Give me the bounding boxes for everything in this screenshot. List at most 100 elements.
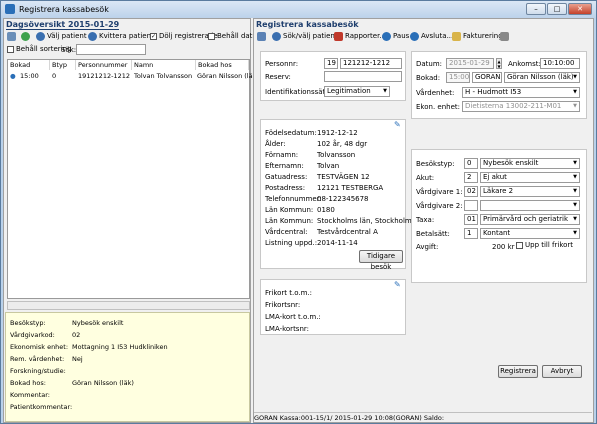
close-button[interactable]: ✕ (568, 3, 592, 15)
detail-value: 08-122345678 (317, 195, 369, 203)
info-value: Nybesök enskilt (72, 319, 124, 327)
personnr-input[interactable]: 121212-1212 (340, 58, 402, 69)
date-input[interactable]: 2015-01-29 (446, 58, 494, 69)
col-header-namn[interactable]: Namn (132, 60, 196, 70)
reserv-label: Reserv: (265, 73, 291, 81)
patient-details-box: ✎ Födelsedatum: 1912-12-12 Ålder: 102 år… (260, 119, 412, 271)
card-view-tool[interactable] (257, 30, 268, 43)
table-row[interactable]: ● 15:00 0 19121212-1212 Tolvan Tolvansso… (8, 71, 259, 81)
booked-name-select[interactable]: Göran Nilsson (läk) (504, 72, 580, 83)
minimize-button[interactable]: – (526, 3, 546, 15)
detail-label: Efternamn: (265, 162, 304, 170)
keep-sort-check (7, 45, 14, 53)
register-button[interactable]: Registrera (498, 365, 538, 378)
detail-label: Telefonnummer: (265, 195, 322, 203)
row-personnummer: 19121212-1212 (78, 72, 130, 80)
info-label: Patientkommentar: (10, 403, 73, 411)
detail-value: Testvårdcentral A (317, 228, 378, 236)
detail-label: Ålder: (265, 140, 286, 148)
id-method-label: Identifikationssätt: (265, 88, 331, 96)
id-method-select[interactable]: Legitimation (324, 86, 390, 97)
fee-label: Avgift: (416, 243, 439, 251)
unit-select[interactable]: H - Hudmott I53 (462, 87, 580, 98)
caregiver1-select[interactable]: Läkare 2 (480, 186, 580, 197)
tools-button[interactable] (500, 30, 511, 43)
report-icon (334, 31, 343, 41)
detail-label: Listning uppd.: (265, 239, 318, 247)
tariff-code-input[interactable]: 01 (464, 214, 478, 225)
info-value: Göran Nilsson (läk) (72, 379, 134, 387)
search-label: Sök: (61, 46, 77, 54)
up-to-free-card-label: Upp till frikort (525, 241, 574, 249)
detail-label: Postadress: (265, 184, 306, 192)
billing-label: Akut: (416, 174, 435, 182)
info-label: Besökstyp: (10, 319, 46, 327)
caregiver2-code-input[interactable] (464, 200, 478, 211)
detail-label: Födelsedatum: (265, 129, 317, 137)
close-day-button[interactable]: Avsluta... (410, 30, 453, 43)
booked-label: Bokad: (416, 74, 441, 82)
detail-value: 1912-12-12 (317, 129, 358, 137)
free-card-pin-icon[interactable]: ✎ (394, 281, 402, 289)
visit-type-code-input[interactable]: 0 (464, 158, 478, 169)
date-spinner[interactable]: ▲ ▼ (496, 58, 502, 69)
detail-value: 12121 TESTBERGA (317, 184, 384, 192)
row-namn: Tolvan Tolvansson (134, 72, 193, 80)
detail-label: Vårdcentral: (265, 228, 308, 236)
print-icon (7, 31, 16, 41)
cancel-button[interactable]: Avbryt (542, 365, 582, 378)
select-patient-button[interactable]: Välj patient (36, 30, 87, 43)
info-label: Ekonomisk enhet: (10, 343, 69, 351)
up-to-free-card-checkbox[interactable]: Upp till frikort (516, 239, 573, 252)
app-icon (5, 4, 15, 14)
search-input[interactable] (76, 44, 146, 55)
search-patient-button[interactable]: Sök/välj patient (272, 30, 338, 43)
pause-button[interactable]: Paus (382, 30, 409, 43)
acute-code-input[interactable]: 2 (464, 172, 478, 183)
caregiver1-code-input[interactable]: 02 (464, 186, 478, 197)
detail-value: 102 år, 48 dgr (317, 140, 368, 148)
details-pin-icon[interactable]: ✎ (394, 121, 402, 129)
century-input[interactable]: 19 (324, 58, 338, 69)
col-header-bokad-hos[interactable]: Bokad hos (196, 60, 249, 70)
payment-code-input[interactable]: 1 (464, 228, 478, 239)
status-bar: GORAN Kassa:001-15/1/ 2015-01-29 10:08(G… (254, 412, 592, 422)
free-card-box: ✎ Frikort t.o.m.: Frikortsnr: LMA-kort t… (260, 279, 406, 335)
caregiver2-select[interactable] (480, 200, 580, 211)
app-window: Registrera kassabesök – □ ✕ Dagsöversikt… (0, 0, 597, 424)
free-card-label: LMA-kortsnr: (265, 325, 310, 333)
detail-value: Tolvan (317, 162, 340, 170)
fee-value: 200 kr (492, 243, 515, 251)
free-card-label: Frikortsnr: (265, 301, 301, 309)
reports-button[interactable]: Rapporter... (334, 30, 386, 43)
print-tool[interactable] (7, 30, 18, 43)
detail-value: Tolvansson (317, 151, 356, 159)
visit-type-select[interactable]: Nybesök enskilt (480, 158, 580, 169)
booked-time-input[interactable]: 15:00 (446, 72, 470, 83)
col-header-bokad[interactable]: Bokad (8, 60, 50, 70)
detail-value: Stockholms län, Stockholm (317, 217, 412, 225)
window-client: Dagsöversikt 2015-01-29 Välj patient Kvi… (3, 18, 594, 423)
col-header-btyp[interactable]: Btyp (50, 60, 76, 70)
person-icon (36, 31, 45, 41)
arrival-input[interactable]: 10:10:00 (540, 58, 580, 69)
earlier-visits-button[interactable]: Tidigare besök (359, 250, 403, 271)
col-header-personnummer[interactable]: Personnummer (76, 60, 132, 70)
horizontal-scrollbar[interactable] (7, 301, 250, 310)
detail-label: Län Kommun: (265, 217, 314, 225)
refresh-tool[interactable] (21, 30, 32, 43)
acute-select[interactable]: Ej akut (480, 172, 580, 183)
reserv-input[interactable] (324, 71, 402, 82)
invoicing-button[interactable]: Fakturering (452, 30, 503, 43)
day-overview-title: Dagsöversikt 2015-01-29 (6, 20, 120, 30)
info-label: Vårdgivarkod: (10, 331, 55, 339)
econ-unit-select[interactable]: Dietisterna 13002-211-M01 (462, 101, 580, 112)
maximize-button[interactable]: □ (547, 3, 567, 15)
tariff-select[interactable]: Primärvård och geriatrik (480, 214, 580, 225)
receipt-patient-button[interactable]: Kvittera patient (88, 30, 154, 43)
booked-code-input[interactable]: GORAN (472, 72, 502, 83)
date-label: Datum: (416, 60, 443, 68)
billing-label: Vårdgivare 1: (416, 188, 463, 196)
tools-icon (500, 31, 509, 41)
payment-select[interactable]: Kontant (480, 228, 580, 239)
